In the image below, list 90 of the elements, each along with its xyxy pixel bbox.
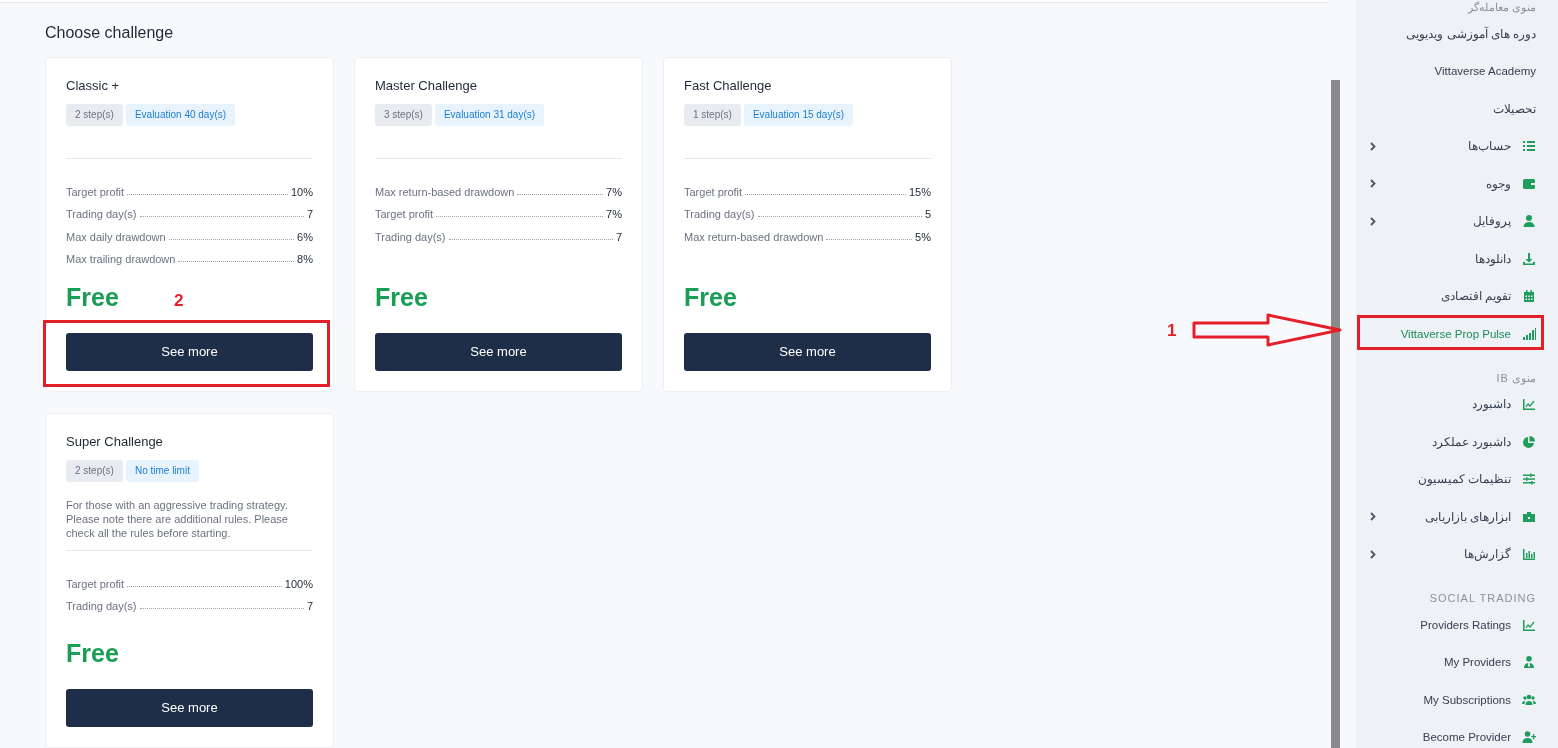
duration-badge: Evaluation 40 day(s) bbox=[125, 104, 236, 126]
sidebar-link[interactable]: دوره های آموزشی ویدیویی bbox=[1406, 26, 1536, 41]
briefcase-icon bbox=[1522, 509, 1536, 524]
download-icon bbox=[1522, 251, 1536, 266]
users-icon bbox=[1522, 692, 1536, 707]
user-tie-icon bbox=[1522, 655, 1536, 670]
sidebar-link[interactable]: تحصیلات bbox=[1493, 101, 1536, 116]
scrollbar-thumb[interactable] bbox=[1331, 80, 1340, 748]
rule-label: Trading day(s) bbox=[66, 207, 137, 221]
chevron-icon[interactable] bbox=[1370, 549, 1376, 559]
rule-label: Trading day(s) bbox=[66, 599, 137, 613]
card-title: Super Challenge bbox=[66, 434, 164, 450]
duration-badge: Evaluation 31 day(s) bbox=[434, 104, 545, 126]
card-title: Master Challenge bbox=[375, 78, 478, 94]
rule-value: 6% bbox=[297, 229, 313, 244]
sidebar-link[interactable]: تقویم اقتصادی bbox=[1440, 289, 1511, 304]
sidebar-link[interactable]: My Providers bbox=[1443, 655, 1511, 670]
chevron-icon[interactable] bbox=[1370, 512, 1376, 522]
rule-label: Max return-based drawdown bbox=[375, 184, 515, 199]
card-description: For those with an aggressive trading strategy. Please note there are additional rules. Please check all the rules before starting. bbox=[66, 498, 289, 540]
calendar-icon bbox=[1522, 289, 1536, 304]
card-title: Classic + bbox=[66, 78, 121, 94]
sidebar-link[interactable]: دانلودها bbox=[1475, 251, 1511, 266]
sliders-icon bbox=[1522, 472, 1536, 487]
pie-chart-icon bbox=[1522, 434, 1536, 449]
rule-value: 15% bbox=[908, 184, 931, 199]
rule-value: 5% bbox=[915, 229, 931, 244]
duration-badge: No time limit bbox=[125, 460, 199, 482]
rule-label: Max trailing drawdown bbox=[66, 252, 176, 266]
rule-value: 8% bbox=[297, 252, 313, 266]
rule-label: Target profit bbox=[66, 184, 125, 199]
rule-value: 7 bbox=[615, 229, 622, 244]
page-title: Choose challenge bbox=[45, 23, 175, 43]
rule-value: 100% bbox=[284, 576, 313, 591]
chevron-icon[interactable] bbox=[1370, 141, 1376, 151]
list-icon bbox=[1522, 139, 1536, 154]
steps-badge: 3 step(s) bbox=[375, 104, 432, 126]
sidebar-link[interactable]: ابزارهای بازاریابی bbox=[1424, 509, 1511, 524]
sidebar-link[interactable]: وجوه bbox=[1486, 176, 1511, 191]
sidebar-link[interactable]: حساب‌ها bbox=[1468, 139, 1511, 154]
sidebar-link[interactable]: پروفایل bbox=[1473, 214, 1511, 229]
rule-value: 7 bbox=[306, 599, 313, 613]
sidebar-section-heading: منوی معامله‌گر bbox=[1467, 0, 1536, 14]
duration-badge: Evaluation 15 day(s) bbox=[743, 104, 854, 126]
card-title: Fast Challenge bbox=[684, 78, 773, 94]
rule-value: 7% bbox=[606, 207, 622, 221]
sidebar-section-heading: SOCIAL TRADING bbox=[1429, 591, 1536, 605]
see-more-button[interactable]: See more bbox=[375, 333, 622, 371]
price: Free bbox=[66, 639, 119, 667]
sidebar-link[interactable]: گزارش‌ها bbox=[1464, 547, 1511, 562]
see-more-button[interactable]: See more bbox=[684, 333, 931, 371]
annotation-number: 2 bbox=[174, 291, 184, 311]
price: Free bbox=[684, 283, 737, 311]
rule-label: Trading day(s) bbox=[375, 229, 446, 244]
annotation-number: 1 bbox=[1167, 321, 1177, 341]
rule-value: 5 bbox=[924, 207, 931, 221]
see-more-button[interactable]: See more bbox=[66, 689, 313, 727]
wallet-icon bbox=[1522, 176, 1536, 191]
sidebar-link[interactable]: تنظیمات کمیسیون bbox=[1417, 472, 1511, 487]
rule-value: 7 bbox=[306, 207, 313, 221]
sidebar-link[interactable]: داشبورد عملکرد bbox=[1431, 434, 1511, 449]
rule-value: 7% bbox=[606, 184, 622, 199]
rule-label: Trading day(s) bbox=[684, 207, 755, 221]
sidebar-link[interactable]: Vittaverse Prop Pulse bbox=[1400, 326, 1511, 341]
rule-label: Target profit bbox=[66, 576, 125, 591]
steps-badge: 1 step(s) bbox=[684, 104, 741, 126]
user-icon bbox=[1522, 214, 1536, 229]
rule-value: 10% bbox=[290, 184, 313, 199]
price: Free bbox=[375, 283, 428, 311]
rule-label: Target profit bbox=[684, 184, 743, 199]
sidebar-section-heading: منوی IB bbox=[1496, 370, 1536, 385]
rule-label: Target profit bbox=[375, 207, 434, 221]
sidebar-link[interactable]: داشبورد bbox=[1472, 397, 1511, 412]
chevron-icon[interactable] bbox=[1370, 216, 1376, 226]
chevron-icon[interactable] bbox=[1370, 179, 1376, 189]
sidebar-link[interactable]: My Subscriptions bbox=[1423, 692, 1511, 707]
sidebar-link[interactable]: Providers Ratings bbox=[1420, 617, 1511, 632]
sidebar-link[interactable]: Become Provider bbox=[1422, 730, 1511, 745]
signal-bars-icon bbox=[1522, 326, 1536, 341]
steps-badge: 2 step(s) bbox=[66, 104, 123, 126]
price: Free bbox=[66, 283, 119, 311]
line-chart-icon bbox=[1522, 397, 1536, 412]
user-plus-icon bbox=[1522, 730, 1536, 745]
sidebar-link[interactable]: Vittaverse Academy bbox=[1434, 64, 1536, 79]
bar-chart-icon bbox=[1522, 547, 1536, 562]
see-more-button[interactable]: See more bbox=[66, 333, 313, 371]
line-chart-icon bbox=[1522, 617, 1536, 632]
rule-label: Max return-based drawdown bbox=[684, 229, 824, 244]
steps-badge: 2 step(s) bbox=[66, 460, 123, 482]
rule-label: Max daily drawdown bbox=[66, 229, 166, 244]
